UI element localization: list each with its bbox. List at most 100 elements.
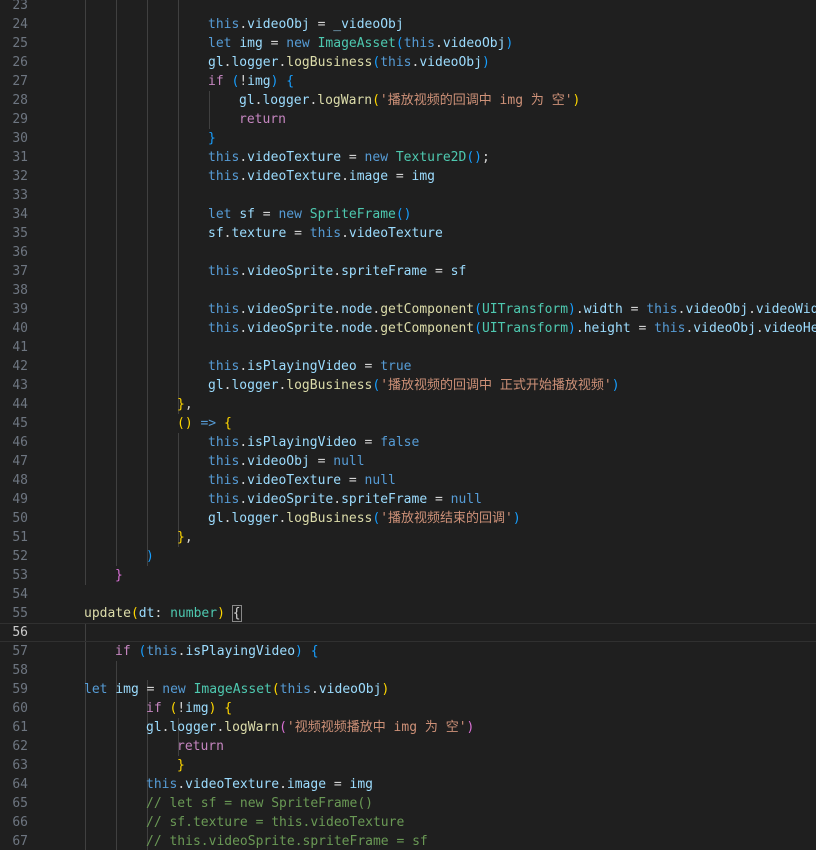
- line-code[interactable]: this.isPlayingVideo = true: [208, 357, 412, 376]
- code-line[interactable]: 30}: [0, 129, 816, 148]
- line-code[interactable]: },: [177, 528, 193, 547]
- code-line[interactable]: 49 this.videoSprite.spriteFrame = null: [0, 490, 816, 509]
- line-code[interactable]: this.videoTexture.image = img: [208, 167, 435, 186]
- code-line[interactable]: 60 if (!img) {: [0, 699, 816, 718]
- code-line[interactable]: 27 if (!img) {: [0, 72, 816, 91]
- code-line[interactable]: 62 return: [0, 737, 816, 756]
- line-code[interactable]: },: [177, 395, 193, 414]
- code-line[interactable]: 37 this.videoSprite.spriteFrame = sf: [0, 262, 816, 281]
- line-code[interactable]: gl.logger.logBusiness('播放视频结束的回调'): [208, 509, 521, 528]
- line-code[interactable]: return: [239, 110, 286, 129]
- code-line[interactable]: 45 () => {: [0, 414, 816, 433]
- line-code[interactable]: // sf.texture = this.videoTexture: [146, 813, 404, 832]
- code-token: new: [162, 682, 186, 697]
- line-code[interactable]: // this.videoSprite.spriteFrame = sf: [146, 832, 428, 850]
- line-number: 64: [12, 777, 28, 792]
- code-line[interactable]: 43 gl.logger.logBusiness('播放视频的回调中 正式开始播放…: [0, 376, 816, 395]
- code-token: _videoObj: [333, 17, 404, 32]
- line-code[interactable]: this.videoObj = _videoObj: [208, 15, 404, 34]
- line-code[interactable]: this.videoTexture = null: [208, 471, 396, 490]
- line-code[interactable]: gl.logger.logBusiness('播放视频的回调中 正式开始播放视频…: [208, 376, 620, 395]
- code-token: logWarn: [317, 93, 373, 108]
- code-line[interactable]: 34 let sf = new SpriteFrame(): [0, 205, 816, 224]
- line-code[interactable]: ): [146, 547, 154, 566]
- code-line[interactable]: 64 this.videoTexture.image = img: [0, 775, 816, 794]
- code-line[interactable]: 58: [0, 661, 816, 680]
- code-token: ): [568, 302, 576, 317]
- code-line[interactable]: 66 // sf.texture = this.videoTexture: [0, 813, 816, 832]
- line-code[interactable]: let img = new ImageAsset(this.videoObj): [208, 34, 513, 53]
- line-code[interactable]: this.isPlayingVideo = false: [208, 433, 419, 452]
- line-code[interactable]: }: [208, 129, 216, 148]
- code-line[interactable]: 59 let img = new ImageAsset(this.videoObj…: [0, 680, 816, 699]
- code-line[interactable]: 47 this.videoObj = null: [0, 452, 816, 471]
- line-code[interactable]: gl.logger.logBusiness(this.videoObj): [208, 53, 490, 72]
- code-line[interactable]: 52): [0, 547, 816, 566]
- line-code[interactable]: // let sf = new SpriteFrame(): [146, 794, 373, 813]
- code-line[interactable]: 23: [0, 0, 816, 15]
- code-line[interactable]: 57 if (this.isPlayingVideo) {: [0, 642, 816, 661]
- code-line[interactable]: 56: [0, 623, 816, 642]
- code-line[interactable]: 51},: [0, 528, 816, 547]
- code-line[interactable]: 55 update(dt: number) {: [0, 604, 816, 623]
- code-line[interactable]: 54: [0, 585, 816, 604]
- line-code[interactable]: () => {: [177, 414, 232, 433]
- code-token: this: [208, 473, 240, 488]
- code-line[interactable]: 41: [0, 338, 816, 357]
- code-token: gl: [146, 720, 162, 735]
- code-line[interactable]: 40 this.videoSprite.node.getComponent(UIT…: [0, 319, 816, 338]
- code-token: img: [411, 169, 435, 184]
- code-line[interactable]: 28 gl.logger.logWarn('播放视频的回调中 img 为 空'): [0, 91, 816, 110]
- line-code[interactable]: gl.logger.logWarn('播放视频的回调中 img 为 空'): [239, 91, 580, 110]
- code-token: logger: [262, 93, 310, 108]
- code-line[interactable]: 67 // this.videoSprite.spriteFrame = sf: [0, 832, 816, 850]
- code-line[interactable]: 44},: [0, 395, 816, 414]
- code-line[interactable]: 42 this.isPlayingVideo = true: [0, 357, 816, 376]
- code-line[interactable]: 24 this.videoObj = _videoObj: [0, 15, 816, 34]
- code-line[interactable]: 32 this.videoTexture.image = img: [0, 167, 816, 186]
- code-token: return: [177, 739, 224, 754]
- code-line[interactable]: 61 gl.logger.logWarn('视频视频播放中 img 为 空'): [0, 718, 816, 737]
- code-token: .: [239, 492, 248, 507]
- code-line[interactable]: 65 // let sf = new SpriteFrame(): [0, 794, 816, 813]
- line-code[interactable]: this.videoTexture = new Texture2D();: [208, 148, 490, 167]
- line-number: 44: [12, 397, 28, 412]
- line-code[interactable]: this.videoSprite.spriteFrame = null: [208, 490, 482, 509]
- line-code[interactable]: this.videoObj = null: [208, 452, 365, 471]
- code-line[interactable]: 38: [0, 281, 816, 300]
- line-code[interactable]: update(dt: number) {: [84, 604, 242, 623]
- code-line[interactable]: 31 this.videoTexture = new Texture2D();: [0, 148, 816, 167]
- line-code[interactable]: return: [177, 737, 224, 756]
- line-code[interactable]: gl.logger.logWarn('视频视频播放中 img 为 空'): [146, 718, 474, 737]
- line-code[interactable]: this.videoSprite.node.getComponent(UITra…: [208, 300, 816, 319]
- code-token: this: [646, 302, 678, 317]
- line-code[interactable]: sf.texture = this.videoTexture: [208, 224, 443, 243]
- line-code[interactable]: if (!img) {: [208, 72, 294, 91]
- code-line[interactable]: 26 gl.logger.logBusiness(this.videoObj): [0, 53, 816, 72]
- code-token: img: [349, 777, 373, 792]
- code-line[interactable]: 46 this.isPlayingVideo = false: [0, 433, 816, 452]
- line-code[interactable]: this.videoSprite.spriteFrame = sf: [208, 262, 466, 281]
- code-line[interactable]: 39 this.videoSprite.node.getComponent(UIT…: [0, 300, 816, 319]
- code-line[interactable]: 48 this.videoTexture = null: [0, 471, 816, 490]
- line-code[interactable]: if (!img) {: [146, 699, 232, 718]
- code-line[interactable]: 35 sf.texture = this.videoTexture: [0, 224, 816, 243]
- code-line[interactable]: 29 return: [0, 110, 816, 129]
- code-line[interactable]: 25 let img = new ImageAsset(this.videoObj…: [0, 34, 816, 53]
- line-code[interactable]: }: [177, 756, 185, 775]
- line-code[interactable]: if (this.isPlayingVideo) {: [115, 642, 319, 661]
- code-line[interactable]: 33: [0, 186, 816, 205]
- line-code[interactable]: let sf = new SpriteFrame(): [208, 205, 412, 224]
- code-token: texture: [231, 226, 287, 241]
- code-line[interactable]: 50 gl.logger.logBusiness('播放视频结束的回调'): [0, 509, 816, 528]
- code-token: height: [583, 321, 631, 336]
- code-line[interactable]: 36: [0, 243, 816, 262]
- code-token: new: [278, 207, 302, 222]
- code-line[interactable]: 53}: [0, 566, 816, 585]
- code-line[interactable]: 63}: [0, 756, 816, 775]
- code-editor[interactable]: 23 24 this.videoObj = _videoObj 25 let img =…: [0, 0, 816, 850]
- line-code[interactable]: let img = new ImageAsset(this.videoObj): [84, 680, 389, 699]
- line-code[interactable]: this.videoSprite.node.getComponent(UITra…: [208, 319, 816, 338]
- line-code[interactable]: this.videoTexture.image = img: [146, 775, 373, 794]
- line-code[interactable]: }: [115, 566, 123, 585]
